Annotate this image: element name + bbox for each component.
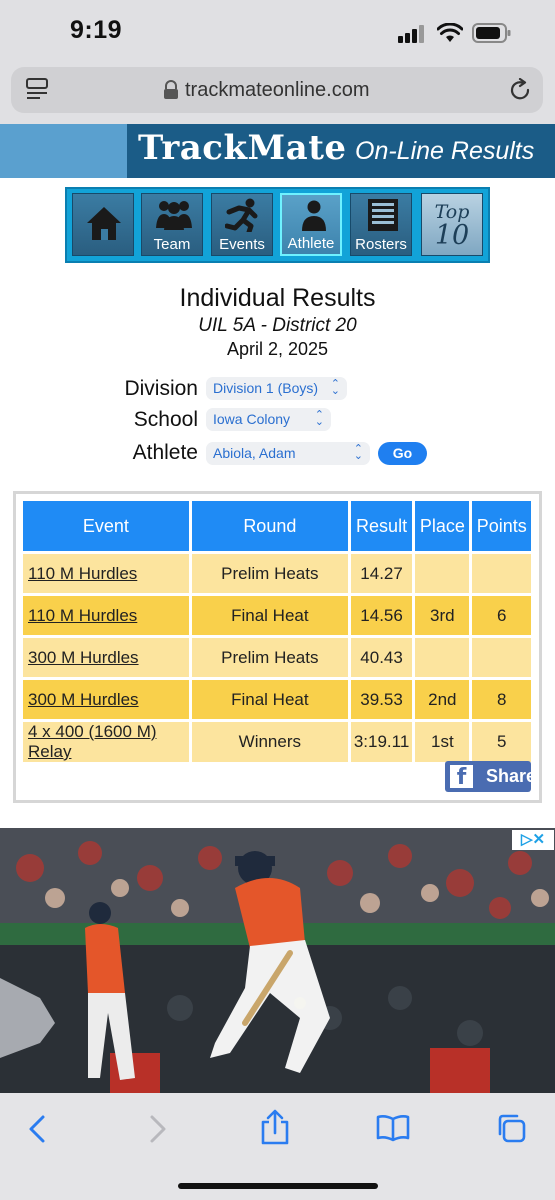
signal-icon xyxy=(398,25,424,43)
nav-rosters-label: Rosters xyxy=(355,236,407,253)
ad-baseball-photo xyxy=(0,828,555,1093)
nav-home[interactable] xyxy=(72,193,134,256)
roster-list-icon xyxy=(368,199,398,231)
event-link[interactable]: 4 x 400 (1600 M) Relay xyxy=(23,722,189,762)
column-header-result: Result xyxy=(350,501,413,551)
ad-choices-close-icon[interactable]: ▷✕ xyxy=(512,830,554,850)
round-cell: Winners xyxy=(191,722,348,762)
table-row: 300 M Hurdles Prelim Heats 40.43 xyxy=(23,638,531,677)
results-table: Event Round Result Place Points 110 M Hu… xyxy=(20,498,534,765)
column-header-event: Event xyxy=(23,501,189,551)
nav-athlete-label: Athlete xyxy=(287,235,335,252)
reader-mode-icon[interactable] xyxy=(26,78,48,102)
athlete-select[interactable]: Abiola, Adam ⌃ ⌄ xyxy=(206,442,370,465)
runner-icon xyxy=(225,198,258,232)
table-row: 300 M Hurdles Final Heat 39.53 2nd 8 xyxy=(23,680,531,719)
team-icon xyxy=(156,201,192,230)
points-cell xyxy=(472,554,531,593)
division-label: Division xyxy=(124,377,198,400)
site-tagline: On-Line Results xyxy=(355,137,535,165)
round-cell: Prelim Heats xyxy=(191,554,348,593)
round-cell: Final Heat xyxy=(191,596,348,635)
nav-events-label: Events xyxy=(219,236,265,253)
athlete-select-value: Abiola, Adam xyxy=(213,445,296,461)
event-link[interactable]: 110 M Hurdles xyxy=(23,554,189,593)
division-select[interactable]: Division 1 (Boys) ⌃ ⌄ xyxy=(206,377,347,400)
round-cell: Final Heat xyxy=(191,680,348,719)
event-link[interactable]: 110 M Hurdles xyxy=(23,596,189,635)
share-sheet-icon[interactable] xyxy=(259,1109,291,1145)
division-select-value: Division 1 (Boys) xyxy=(213,380,319,396)
home-icon xyxy=(87,207,121,240)
nav-top10[interactable]: Top 10 xyxy=(421,193,483,256)
meet-name: UIL 5A - District 20 xyxy=(198,315,357,336)
back-icon[interactable] xyxy=(27,1114,47,1144)
table-row: 110 M Hurdles Final Heat 14.56 3rd 6 xyxy=(23,596,531,635)
table-row: 4 x 400 (1600 M) Relay Winners 3:19.11 1… xyxy=(23,722,531,762)
home-indicator xyxy=(178,1183,378,1189)
points-cell: 5 xyxy=(472,722,531,762)
share-label: Share xyxy=(486,766,537,786)
forward-icon[interactable] xyxy=(148,1114,168,1144)
points-cell xyxy=(472,638,531,677)
bookmarks-icon[interactable] xyxy=(376,1114,410,1142)
round-cell: Prelim Heats xyxy=(191,638,348,677)
facebook-share-button[interactable]: f Share xyxy=(445,761,536,792)
nav-top10-line2: 10 xyxy=(434,220,470,251)
place-cell xyxy=(415,638,470,677)
advertisement-banner[interactable] xyxy=(0,828,555,1093)
place-cell xyxy=(415,554,470,593)
select-chevron-icon: ⌃ ⌄ xyxy=(330,378,340,397)
meet-date: April 2, 2025 xyxy=(226,339,329,359)
battery-icon xyxy=(472,23,511,43)
result-cell: 3:19.11 xyxy=(350,722,413,762)
column-header-round: Round xyxy=(191,501,348,551)
url-text[interactable]: trackmateonline.com xyxy=(185,79,370,102)
nav-rosters[interactable]: Rosters xyxy=(350,193,412,256)
column-header-points: Points xyxy=(472,501,531,551)
select-chevron-icon: ⌃ ⌄ xyxy=(353,443,363,462)
column-header-place: Place xyxy=(415,501,470,551)
nav-athlete[interactable]: Athlete xyxy=(280,193,342,256)
place-cell: 3rd xyxy=(415,596,470,635)
site-logo[interactable]: TrackMate xyxy=(138,128,347,168)
wifi-icon xyxy=(437,23,463,42)
place-cell: 1st xyxy=(415,722,470,762)
nav-team[interactable]: Team xyxy=(141,193,203,256)
school-select[interactable]: Iowa Colony ⌃ ⌄ xyxy=(206,408,331,431)
school-select-value: Iowa Colony xyxy=(213,411,291,427)
school-label: School xyxy=(133,408,198,431)
result-cell: 14.56 xyxy=(350,596,413,635)
table-row: 110 M Hurdles Prelim Heats 14.27 xyxy=(23,554,531,593)
nav-events[interactable]: Events xyxy=(211,193,273,256)
tabs-icon[interactable] xyxy=(495,1112,527,1144)
result-cell: 14.27 xyxy=(350,554,413,593)
result-cell: 39.53 xyxy=(350,680,413,719)
nav-team-label: Team xyxy=(153,236,191,253)
athlete-label: Athlete xyxy=(132,441,198,464)
event-link[interactable]: 300 M Hurdles xyxy=(23,638,189,677)
lock-icon xyxy=(164,80,178,99)
status-time: 9:19 xyxy=(70,16,123,44)
event-link[interactable]: 300 M Hurdles xyxy=(23,680,189,719)
go-button[interactable]: Go xyxy=(378,442,427,465)
result-cell: 40.43 xyxy=(350,638,413,677)
athlete-icon xyxy=(302,200,326,231)
place-cell: 2nd xyxy=(415,680,470,719)
page-title: Individual Results xyxy=(179,284,376,312)
points-cell: 8 xyxy=(472,680,531,719)
select-chevron-icon: ⌃ ⌄ xyxy=(314,409,324,428)
reload-icon[interactable] xyxy=(508,78,532,102)
table-header-row: Event Round Result Place Points xyxy=(23,501,531,551)
points-cell: 6 xyxy=(472,596,531,635)
facebook-icon: f xyxy=(450,765,473,790)
